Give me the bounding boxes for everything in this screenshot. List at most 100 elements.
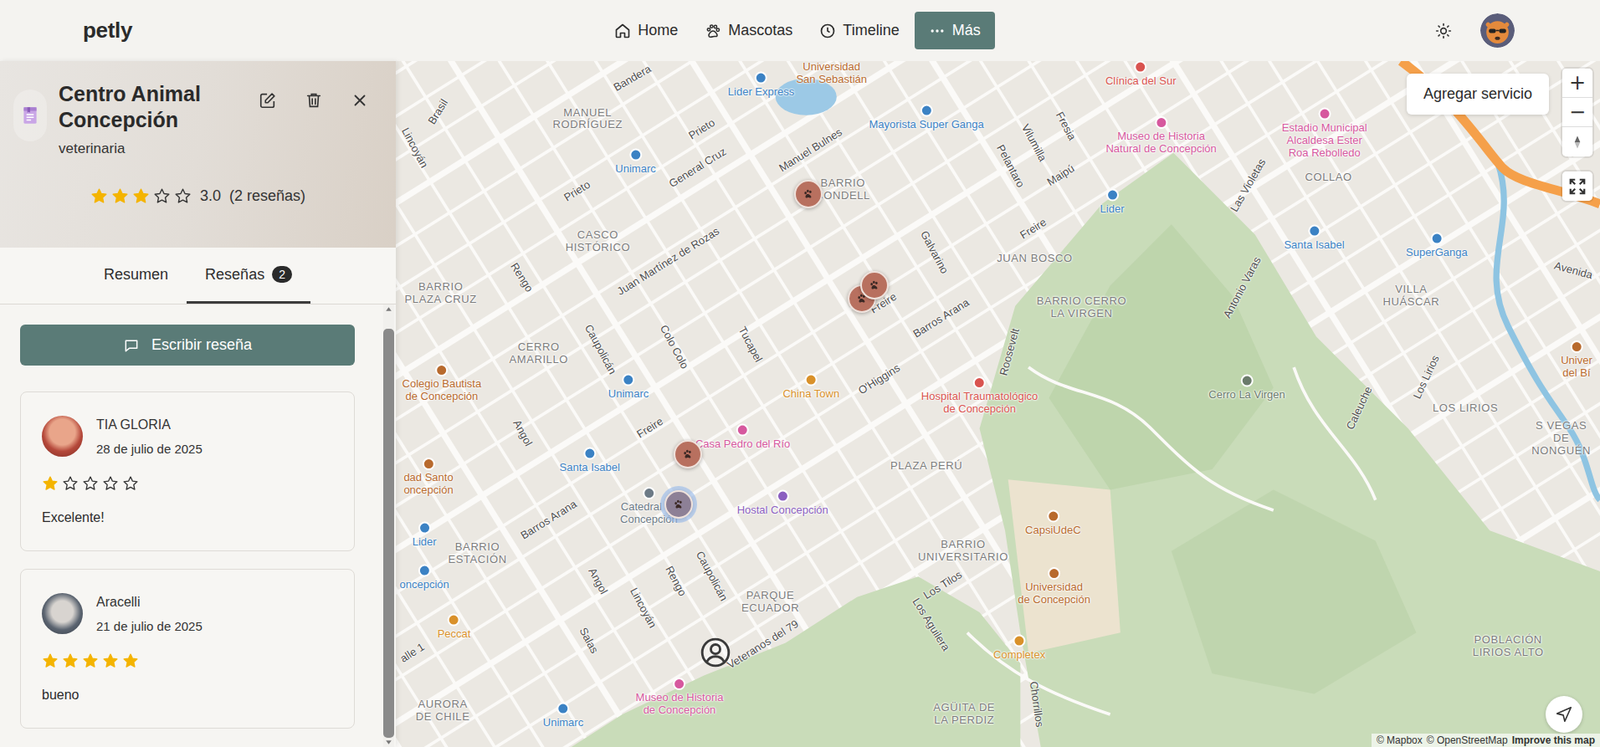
poi-icon[interactable]	[622, 373, 636, 386]
user-location-icon[interactable]	[699, 636, 732, 669]
map-label: Hostal Concepción	[737, 503, 829, 517]
compass-icon	[1569, 133, 1586, 151]
place-icon	[13, 89, 47, 142]
map-label: oncepción	[400, 579, 450, 592]
edit-icon[interactable]	[258, 91, 277, 110]
scrollbar[interactable]	[383, 304, 395, 747]
scroll-up-icon[interactable]	[384, 304, 394, 314]
nav-item[interactable]: Home	[602, 13, 690, 48]
scroll-down-icon[interactable]	[384, 738, 394, 747]
write-review-button[interactable]: Escribir reseña	[20, 324, 355, 366]
star-icon	[153, 187, 171, 206]
nav-item[interactable]: Mascotas	[692, 13, 805, 48]
poi-icon[interactable]	[629, 148, 642, 162]
poi-icon[interactable]	[1317, 107, 1331, 121]
tab[interactable]: Resumen	[85, 247, 187, 304]
review-date: 21 de julio de 2025	[96, 619, 203, 634]
map-label: Museo de Historia de Concepción	[635, 692, 724, 718]
fullscreen-button[interactable]	[1562, 171, 1593, 201]
fullscreen-control	[1562, 171, 1593, 201]
home-icon	[614, 22, 631, 40]
map-pin[interactable]	[664, 490, 693, 519]
poi-icon[interactable]	[447, 613, 461, 626]
poi-icon[interactable]	[435, 364, 448, 377]
logo[interactable]: petly	[82, 17, 603, 44]
map-label: dad Santo oncepción	[403, 471, 453, 498]
place-title: Centro Animal Concepción	[58, 81, 239, 134]
tab-label: Reseñas	[205, 266, 265, 284]
zoom-in-button[interactable]: +	[1562, 68, 1593, 98]
map-label: Santa Isabel	[1283, 238, 1344, 252]
poi-icon[interactable]	[805, 373, 818, 386]
star-icon	[122, 475, 139, 493]
star-icon	[41, 475, 59, 493]
poi-icon[interactable]	[1106, 188, 1119, 201]
sun-icon[interactable]	[1435, 22, 1452, 40]
poi-icon[interactable]	[583, 446, 596, 460]
nav-item[interactable]: Más	[914, 11, 995, 50]
poi-icon[interactable]	[1307, 224, 1321, 237]
map-label: COLLAO	[1304, 171, 1352, 185]
star-icon	[102, 652, 119, 670]
compass-button[interactable]	[1562, 127, 1593, 157]
map-label: Peccat	[437, 627, 472, 641]
map-label: LOS LIRIOS	[1432, 401, 1498, 415]
poi-icon[interactable]	[422, 457, 436, 471]
paw-icon	[704, 22, 722, 40]
map-label: Estadio Municipal Alcaldesa Ester Roa Re…	[1282, 122, 1368, 160]
attribution-link[interactable]: © Mapbox	[1376, 734, 1423, 747]
star-icon	[102, 475, 119, 493]
rating-value: 3.0	[200, 187, 221, 206]
map-label: POBLACIÓN LIRIOS ALTO	[1472, 634, 1544, 660]
map-label: Casa Pedro del Río	[695, 437, 790, 451]
map-pin[interactable]	[673, 440, 703, 469]
map-label: BARRIO UNIVERSITARIO	[917, 538, 1009, 565]
poi-icon[interactable]	[556, 702, 570, 715]
poi-icon[interactable]	[1047, 567, 1061, 580]
place-header: Centro Animal Concepción veterinaria 3.0…	[0, 61, 396, 248]
geolocate-button[interactable]	[1545, 696, 1583, 734]
map-label: JUAN BOSCO	[996, 251, 1073, 265]
poi-icon[interactable]	[418, 564, 431, 578]
zoom-out-button[interactable]: −	[1562, 97, 1593, 128]
map-label: Universidad San Sebastián	[795, 61, 867, 87]
poi-icon[interactable]	[642, 487, 656, 500]
poi-icon[interactable]	[1134, 61, 1148, 74]
star-icon	[41, 652, 59, 670]
poi-icon[interactable]	[1430, 232, 1443, 246]
poi-icon[interactable]	[736, 423, 749, 436]
paw-icon	[867, 278, 882, 293]
poi-icon[interactable]	[776, 489, 790, 503]
poi-icon[interactable]	[754, 71, 768, 84]
review-stars	[41, 652, 334, 670]
user-avatar[interactable]	[1480, 13, 1515, 48]
poi-icon[interactable]	[673, 677, 687, 691]
tab-badge: 2	[271, 266, 293, 283]
fullscreen-icon	[1568, 177, 1587, 196]
poi-icon[interactable]	[418, 521, 431, 534]
review-text: Excelente!	[41, 510, 334, 526]
add-service-button[interactable]: Agregar servicio	[1406, 73, 1549, 115]
poi-icon[interactable]	[973, 376, 986, 390]
poi-icon[interactable]	[1046, 510, 1060, 524]
paw-icon	[671, 497, 686, 512]
panel-tabs: Resumen Reseñas 2	[0, 247, 396, 305]
nav-label: Home	[637, 21, 678, 40]
close-icon[interactable]	[350, 91, 370, 110]
poi-icon[interactable]	[920, 103, 934, 117]
map-label: BARRIO PLAZA CRUZ	[405, 281, 477, 307]
attribution-link[interactable]: Improve this map	[1512, 734, 1595, 747]
poi-icon[interactable]	[1154, 116, 1168, 129]
poi-icon[interactable]	[1013, 635, 1026, 648]
poi-icon[interactable]	[1569, 340, 1583, 354]
navigation-icon	[1554, 705, 1574, 724]
map-pin[interactable]	[794, 179, 823, 209]
trash-icon[interactable]	[304, 91, 324, 110]
scrollbar-thumb[interactable]	[383, 328, 395, 739]
tab[interactable]: Reseñas 2	[186, 247, 311, 304]
poi-icon[interactable]	[1241, 374, 1254, 388]
attribution-link[interactable]: © OpenStreetMap	[1426, 734, 1508, 747]
map[interactable]: BrasilBanderaPrietoGeneral CruzManuel Bu…	[395, 61, 1600, 747]
main-nav: Home Mascotas Timeline Más	[602, 11, 995, 50]
nav-item[interactable]: Timeline	[807, 13, 911, 48]
